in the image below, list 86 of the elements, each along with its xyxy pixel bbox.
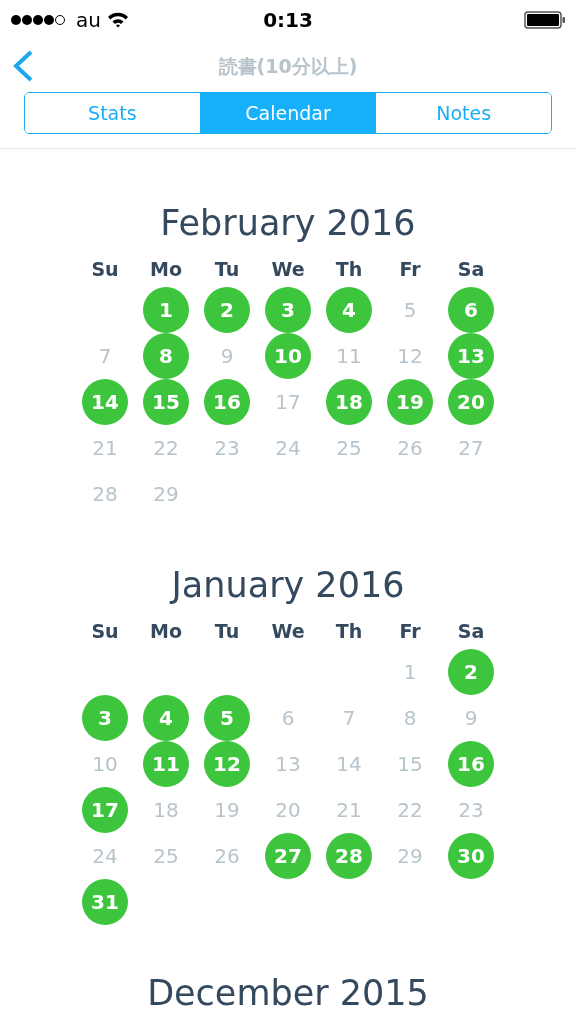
calendar-day[interactable]: 21 xyxy=(326,787,372,833)
weekday-label: Th xyxy=(335,619,363,644)
completed-day[interactable]: 4 xyxy=(143,695,189,741)
calendar-day[interactable]: 14 xyxy=(326,741,372,787)
calendar-day[interactable]: 29 xyxy=(387,833,433,879)
calendar-day[interactable]: 29 xyxy=(143,471,189,517)
weekday-label: Fr xyxy=(399,257,421,282)
completed-day[interactable]: 10 xyxy=(265,333,311,379)
calendar-day[interactable]: 21 xyxy=(82,425,128,471)
calendar-day[interactable]: 9 xyxy=(448,695,494,741)
calendar-day[interactable]: 7 xyxy=(326,695,372,741)
completed-day[interactable]: 1 xyxy=(143,287,189,333)
nav-title: 読書(10分以上) xyxy=(218,53,358,79)
month-title: December 2015 xyxy=(147,972,429,1015)
completed-day[interactable]: 28 xyxy=(326,833,372,879)
completed-day[interactable]: 30 xyxy=(448,833,494,879)
completed-day[interactable]: 16 xyxy=(448,741,494,787)
calendar-day[interactable]: 7 xyxy=(82,333,128,379)
completed-day[interactable]: 19 xyxy=(387,379,433,425)
battery-icon xyxy=(524,11,566,29)
calendar-day[interactable]: 10 xyxy=(82,741,128,787)
weekday-label: Tu xyxy=(214,257,240,282)
calendar-day[interactable]: 5 xyxy=(387,287,433,333)
completed-day[interactable]: 3 xyxy=(82,695,128,741)
calendar-day[interactable]: 23 xyxy=(204,425,250,471)
completed-day[interactable]: 2 xyxy=(448,649,494,695)
weekday-label: Sa xyxy=(457,257,485,282)
calendar-day[interactable]: 1 xyxy=(387,649,433,695)
completed-day[interactable]: 8 xyxy=(143,333,189,379)
calendar-day[interactable]: 18 xyxy=(143,787,189,833)
calendar-day[interactable]: 26 xyxy=(387,425,433,471)
calendar-day[interactable]: 27 xyxy=(448,425,494,471)
completed-day[interactable]: 31 xyxy=(82,879,128,925)
calendar-day[interactable]: 22 xyxy=(387,787,433,833)
weekday-label: We xyxy=(271,619,305,644)
calendar-day[interactable]: 24 xyxy=(265,425,311,471)
completed-day[interactable]: 4 xyxy=(326,287,372,333)
calendar-day[interactable]: 22 xyxy=(143,425,189,471)
completed-day[interactable]: 6 xyxy=(448,287,494,333)
clock-time: 0:13 xyxy=(263,7,313,34)
completed-day[interactable]: 27 xyxy=(265,833,311,879)
calendar-day[interactable]: 23 xyxy=(448,787,494,833)
calendar-day[interactable]: 6 xyxy=(265,695,311,741)
signal-icon xyxy=(10,14,66,26)
calendar-day[interactable]: 8 xyxy=(387,695,433,741)
completed-day[interactable]: 14 xyxy=(82,379,128,425)
completed-day[interactable]: 18 xyxy=(326,379,372,425)
weekday-label: Su xyxy=(91,619,119,644)
weekday-label: Mo xyxy=(150,257,182,282)
completed-day[interactable]: 17 xyxy=(82,787,128,833)
segment-tab[interactable]: Notes xyxy=(375,93,551,133)
calendar-day[interactable]: 15 xyxy=(387,741,433,787)
completed-day[interactable]: 3 xyxy=(265,287,311,333)
completed-day[interactable]: 13 xyxy=(448,333,494,379)
weekday-label: Mo xyxy=(150,619,182,644)
completed-day[interactable]: 20 xyxy=(448,379,494,425)
calendar-day[interactable]: 9 xyxy=(204,333,250,379)
back-icon[interactable] xyxy=(12,50,34,82)
calendar-day[interactable]: 25 xyxy=(143,833,189,879)
wifi-icon xyxy=(106,12,129,28)
completed-day[interactable]: 2 xyxy=(204,287,250,333)
completed-day[interactable]: 15 xyxy=(143,379,189,425)
completed-day[interactable]: 16 xyxy=(204,379,250,425)
weekday-label: Su xyxy=(91,257,119,282)
calendar-day[interactable]: 28 xyxy=(82,471,128,517)
weekday-label: We xyxy=(271,257,305,282)
calendar-day[interactable]: 26 xyxy=(204,833,250,879)
completed-day[interactable]: 5 xyxy=(204,695,250,741)
weekday-label: Fr xyxy=(399,619,421,644)
month-title: January 2016 xyxy=(171,564,405,607)
month-title: February 2016 xyxy=(160,202,416,245)
calendar-day[interactable]: 12 xyxy=(387,333,433,379)
calendar-day[interactable]: 20 xyxy=(265,787,311,833)
weekday-label: Th xyxy=(335,257,363,282)
calendar-day[interactable]: 25 xyxy=(326,425,372,471)
calendar-day[interactable]: 19 xyxy=(204,787,250,833)
segment-tab[interactable]: Calendar xyxy=(199,93,376,133)
completed-day[interactable]: 11 xyxy=(143,741,189,787)
weekday-label: Sa xyxy=(457,619,485,644)
calendar-day[interactable]: 17 xyxy=(265,379,311,425)
calendar-day[interactable]: 24 xyxy=(82,833,128,879)
completed-day[interactable]: 12 xyxy=(204,741,250,787)
calendar-day[interactable]: 11 xyxy=(326,333,372,379)
calendar-day[interactable]: 13 xyxy=(265,741,311,787)
weekday-label: Tu xyxy=(214,619,240,644)
carrier-name: au xyxy=(76,7,101,34)
